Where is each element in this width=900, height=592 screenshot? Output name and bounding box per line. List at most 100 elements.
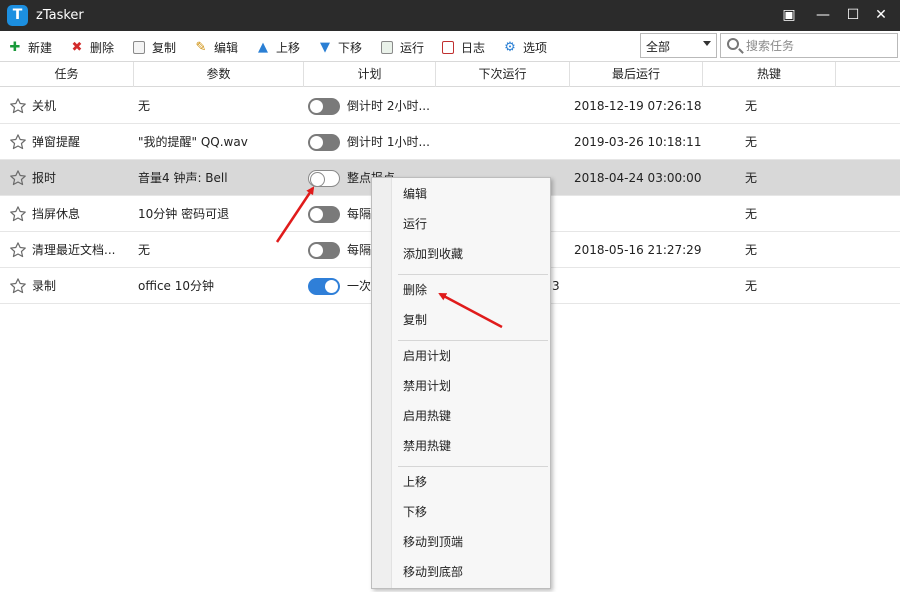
schedule-toggle[interactable] (308, 170, 340, 187)
filter-selected-value: 全部 (646, 40, 671, 54)
log-button[interactable]: 日志 (441, 38, 485, 56)
ctx-enable-hotkey-item[interactable]: 启用热键 (403, 404, 543, 428)
task-name: 清理最近文档... (32, 243, 116, 257)
new-button[interactable]: ✚ 新建 (8, 38, 52, 56)
column-header-next-run[interactable]: 下次运行 (436, 62, 570, 87)
schedule-toggle[interactable] (308, 242, 340, 259)
task-name: 挡屏休息 (32, 207, 81, 221)
task-last-run: 2018-05-16 21:27:29 (574, 243, 702, 257)
options-button-label: 选项 (523, 40, 548, 55)
title-bar: T zTasker ▣ — ☐ ✕ (0, 0, 900, 31)
copy-button-label: 复制 (152, 40, 177, 55)
star-icon[interactable] (9, 97, 27, 115)
ctx-add-favorite-item[interactable]: 添加到收藏 (403, 242, 543, 266)
search-input[interactable] (746, 37, 894, 55)
task-next-run (552, 124, 568, 160)
move-up-button[interactable]: ▲ 上移 (256, 38, 300, 56)
search-box (720, 33, 898, 58)
move-down-button-label: 下移 (338, 40, 363, 55)
ctx-run-item[interactable]: 运行 (403, 212, 543, 236)
column-header-hotkey[interactable]: 热键 (703, 62, 836, 87)
edit-icon: ✎ (195, 39, 207, 55)
column-header-params[interactable]: 参数 (134, 62, 304, 87)
star-icon[interactable] (9, 133, 27, 151)
task-hotkey: 无 (745, 279, 758, 293)
arrow-up-icon: ▲ (258, 39, 268, 55)
menu-separator (398, 274, 548, 275)
task-hotkey: 无 (745, 135, 758, 149)
star-icon[interactable] (9, 241, 27, 259)
task-hotkey: 无 (745, 243, 758, 257)
star-icon[interactable] (9, 205, 27, 223)
table-header: 任务 参数 计划 下次运行 最后运行 热键 (0, 61, 900, 87)
table-row[interactable]: 弹窗提醒 "我的提醒" QQ.wav 倒计时 1小时... 2019-03-26 10… (0, 124, 900, 160)
schedule-toggle[interactable] (308, 206, 340, 223)
close-button[interactable]: ✕ (866, 0, 896, 31)
edit-button-label: 编辑 (214, 40, 239, 55)
task-last-run (574, 196, 702, 232)
task-next-run: 3 (552, 279, 560, 293)
edit-button[interactable]: ✎ 编辑 (194, 38, 238, 56)
column-header-plan[interactable]: 计划 (304, 62, 436, 87)
task-params: 10分钟 密码可退 (138, 207, 230, 221)
ctx-disable-schedule-item[interactable]: 禁用计划 (403, 374, 543, 398)
task-params: "我的提醒" QQ.wav (138, 135, 248, 149)
context-menu: 编辑运行添加到收藏删除复制启用计划禁用计划启用热键禁用热键上移下移移动到顶端移动… (371, 177, 551, 589)
minimize-button[interactable]: — (808, 0, 838, 31)
move-down-button[interactable]: ▼ 下移 (318, 38, 362, 56)
task-name: 报时 (32, 171, 57, 185)
task-params: 音量4 钟声: Bell (138, 171, 228, 185)
window-menu-button[interactable]: ▣ (774, 0, 804, 31)
copy-button[interactable]: 复制 (132, 38, 176, 56)
task-params: office 10分钟 (138, 279, 215, 293)
options-button[interactable]: ⚙ 选项 (503, 38, 547, 56)
ctx-delete-item[interactable]: 删除 (403, 278, 543, 302)
menu-separator (398, 466, 548, 467)
ctx-move-down-item[interactable]: 下移 (403, 500, 543, 524)
task-name: 录制 (32, 279, 57, 293)
arrow-down-icon: ▼ (320, 39, 330, 55)
plus-icon: ✚ (9, 39, 21, 55)
table-row[interactable]: 关机 无 倒计时 2小时... 2018-12-19 07:26:18 无 (0, 88, 900, 124)
menu-separator (398, 340, 548, 341)
star-icon[interactable] (9, 277, 27, 295)
task-name: 弹窗提醒 (32, 135, 81, 149)
task-last-run (574, 268, 702, 304)
copy-icon (132, 40, 146, 54)
task-plan: 倒计时 2小时... (347, 99, 430, 113)
filter-dropdown[interactable]: 全部 (640, 33, 717, 58)
run-icon (380, 40, 394, 54)
schedule-toggle[interactable] (308, 134, 340, 151)
run-button[interactable]: 运行 (380, 38, 424, 56)
schedule-toggle[interactable] (308, 98, 340, 115)
ctx-enable-schedule-item[interactable]: 启用计划 (403, 344, 543, 368)
ctx-move-up-item[interactable]: 上移 (403, 470, 543, 494)
schedule-toggle[interactable] (308, 278, 340, 295)
ctx-copy-item[interactable]: 复制 (403, 308, 543, 332)
task-next-run (552, 160, 568, 196)
task-next-run (552, 232, 568, 268)
star-icon[interactable] (9, 169, 27, 187)
task-last-run: 2018-04-24 03:00:00 (574, 171, 702, 185)
column-header-task[interactable]: 任务 (0, 62, 134, 87)
delete-button[interactable]: ✖ 删除 (70, 38, 114, 56)
window-title: zTasker (36, 8, 84, 23)
maximize-button[interactable]: ☐ (838, 0, 868, 31)
ctx-edit-item[interactable]: 编辑 (403, 182, 543, 206)
task-name: 关机 (32, 99, 57, 113)
log-button-label: 日志 (461, 40, 486, 55)
log-icon (441, 40, 455, 54)
column-header-last-run[interactable]: 最后运行 (570, 62, 703, 87)
move-up-button-label: 上移 (276, 40, 301, 55)
ctx-move-to-bottom-item[interactable]: 移动到底部 (403, 560, 543, 584)
run-button-label: 运行 (400, 40, 425, 55)
app-logo-icon: T (7, 5, 28, 26)
task-plan: 倒计时 1小时... (347, 135, 430, 149)
task-next-run (552, 196, 568, 232)
gear-icon: ⚙ (504, 39, 516, 55)
task-hotkey: 无 (745, 207, 758, 221)
task-last-run: 2019-03-26 10:18:11 (574, 135, 702, 149)
task-params: 无 (138, 243, 151, 257)
ctx-disable-hotkey-item[interactable]: 禁用热键 (403, 434, 543, 458)
ctx-move-to-top-item[interactable]: 移动到顶端 (403, 530, 543, 554)
